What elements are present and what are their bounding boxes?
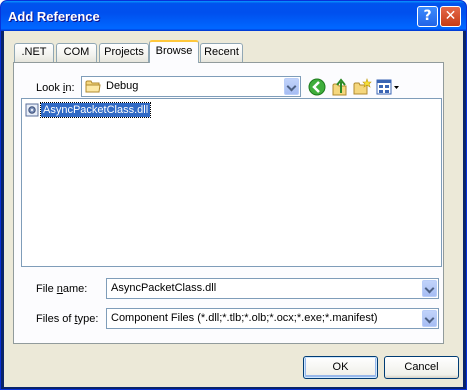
tab-recent[interactable]: Recent (200, 43, 243, 62)
help-icon[interactable]: ? (417, 6, 438, 27)
file-name-label-part: File (36, 283, 57, 295)
ok-button[interactable]: OK (303, 356, 378, 379)
file-name-label: File name: (36, 283, 87, 295)
tab-projects[interactable]: Projects (99, 43, 149, 62)
look-in-value: Debug (106, 80, 139, 92)
file-name-combo[interactable]: AsyncPacketClass.dll (106, 278, 439, 299)
tab-dotnet[interactable]: .NET (14, 43, 54, 62)
title-bar[interactable]: Add Reference ? ✕ (1, 1, 466, 31)
new-folder-icon[interactable] (352, 77, 372, 97)
list-item[interactable]: AsyncPacketClass.dll (25, 102, 152, 118)
cancel-button[interactable]: Cancel (384, 356, 459, 379)
chevron-down-icon[interactable] (422, 280, 437, 297)
folder-icon (85, 80, 101, 93)
file-name-label: AsyncPacketClass.dll (39, 102, 152, 118)
look-in-label-part: n: (65, 82, 75, 94)
chevron-down-icon[interactable] (284, 78, 299, 95)
view-menu-icon[interactable] (375, 77, 401, 97)
dll-file-icon (25, 103, 39, 117)
back-icon[interactable] (307, 77, 327, 97)
look-in-combo[interactable]: Debug (81, 76, 301, 97)
file-type-label-part: Files of (36, 313, 75, 325)
file-name-label-part: ame: (62, 283, 88, 295)
file-type-label: Files of type: (36, 313, 98, 325)
file-type-value: Component Files (*.dll;*.tlb;*.olb;*.ocx… (111, 312, 378, 324)
add-reference-dialog: Add Reference ? ✕ .NET COM Projects Brow… (0, 0, 467, 390)
up-one-level-icon[interactable] (330, 77, 350, 97)
file-type-label-part: ype: (77, 313, 99, 325)
chevron-down-icon[interactable] (422, 310, 437, 327)
tab-browse[interactable]: Browse (149, 40, 199, 63)
look-in-label: Look in: (36, 82, 75, 94)
look-in-label-part: Look (36, 82, 63, 94)
file-list[interactable]: AsyncPacketClass.dll (21, 98, 442, 267)
window-title: Add Reference (8, 9, 100, 24)
file-name-value[interactable]: AsyncPacketClass.dll (111, 282, 216, 294)
close-icon[interactable]: ✕ (440, 6, 461, 27)
file-type-combo[interactable]: Component Files (*.dll;*.tlb;*.olb;*.ocx… (106, 308, 439, 329)
tab-com[interactable]: COM (56, 43, 97, 62)
dialog-body: .NET COM Projects Browse Recent Look in:… (4, 31, 463, 387)
